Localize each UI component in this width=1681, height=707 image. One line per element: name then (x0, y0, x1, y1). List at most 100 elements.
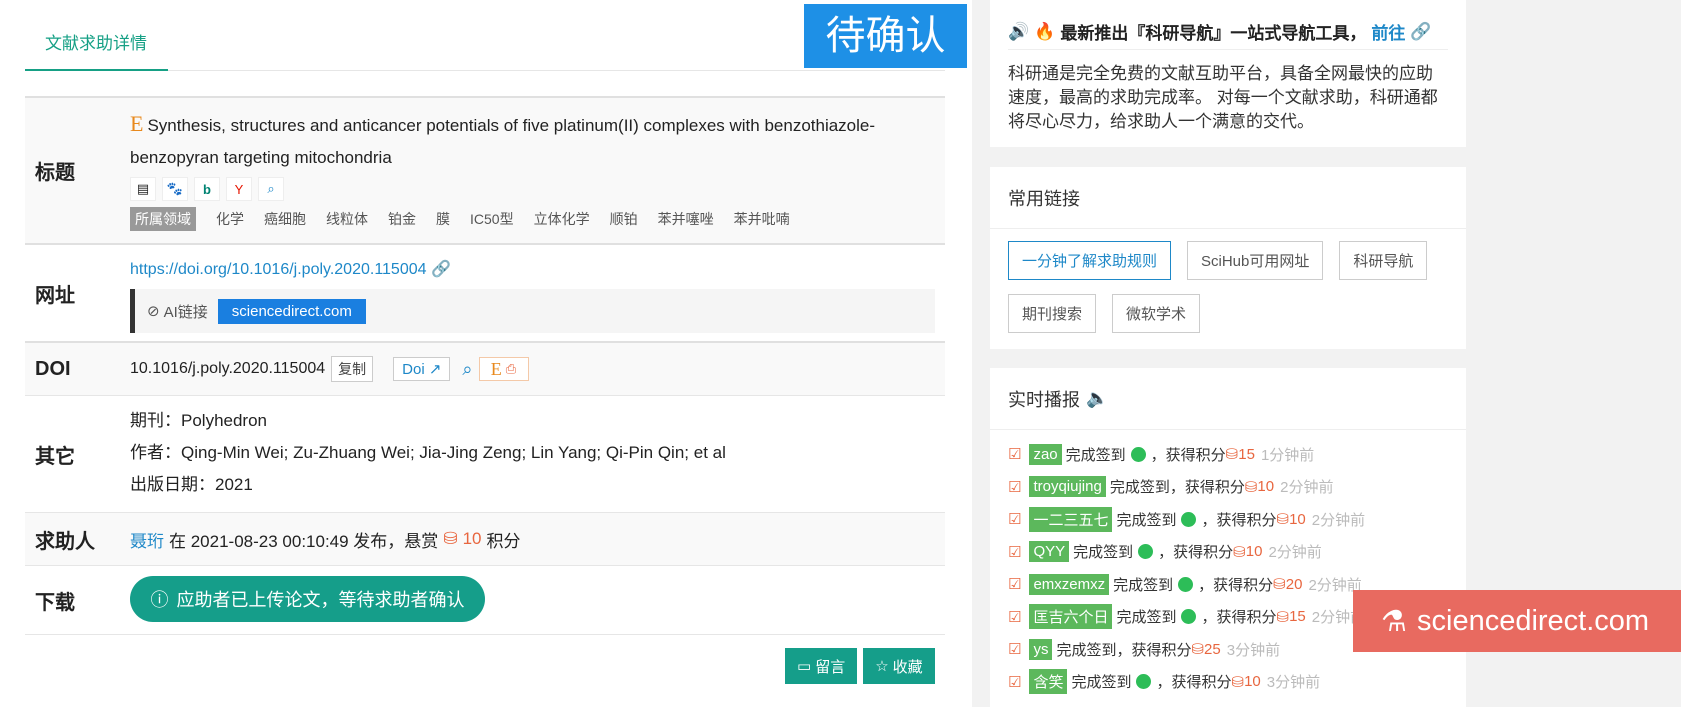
feed-time: 2分钟前 (1280, 479, 1334, 497)
pdf-icon[interactable]: E ⎙ (478, 357, 529, 381)
feed-gain: ，获得积分 (1158, 544, 1234, 562)
doi-label: DOI (35, 357, 71, 380)
keyword[interactable]: 化学 (216, 209, 244, 229)
calendar-check-icon: ☑ (1008, 641, 1022, 659)
feed-user[interactable]: ys (1029, 638, 1053, 660)
status-badge: 待确认 (804, 4, 967, 68)
links-list: 一分钟了解求助规则 SciHub可用网址 科研导航 期刊搜索 微软学术 (990, 229, 1466, 345)
feed-action: 完成签到 (1113, 576, 1174, 594)
baidu-icon[interactable]: 🐾 (162, 177, 188, 201)
calendar-check-icon: ☑ (1008, 608, 1022, 626)
sciencedirect-overlay[interactable]: ⚗ sciencedirect.com (1353, 590, 1681, 652)
tab-detail[interactable]: 文献求助详情 (25, 28, 168, 71)
detail-table: 标题 E Synthesis, structures and anticancer… (25, 96, 945, 635)
keyword[interactable]: 苯并噻唑 (658, 209, 714, 229)
link-circle-icon: ⊘ (147, 303, 160, 320)
calendar-check-icon: ☑ (1008, 543, 1022, 561)
feed-points: 25 (1204, 640, 1221, 658)
requester-user[interactable]: 聂珩 (130, 527, 164, 552)
paper-title: Synthesis, structures and anticancer pot… (130, 116, 876, 167)
feed-item: ☑ zao 完成签到 ，获得积分 ⛁ 15 1分钟前 (1008, 438, 1448, 471)
feed-user[interactable]: emxzemxz (1029, 573, 1110, 595)
wechat-icon (1130, 446, 1146, 462)
e-icon: E (130, 111, 144, 136)
feed-gain: ，获得积分 (1201, 609, 1277, 627)
feed-user[interactable]: QYY (1029, 541, 1070, 563)
feed-user[interactable]: zao (1029, 443, 1062, 465)
links-panel: 常用链接 一分钟了解求助规则 SciHub可用网址 科研导航 期刊搜索 微软学术 (990, 167, 1466, 349)
download-status-button[interactable]: ⓘ 应助者已上传论文，等待求助者确认 (130, 576, 485, 622)
feed-time: 3分钟前 (1226, 641, 1281, 659)
feed-title: 实时播报 🔈 (990, 368, 1466, 430)
feed-action: 完成签到，获得积分 (1109, 479, 1245, 497)
action-buttons: ▭ 留言 ☆ 收藏 (785, 648, 935, 684)
search-icon[interactable]: ⌕ (462, 359, 472, 380)
main-panel: 文献求助详情 待确认 标题 E Synthesis, structures and… (0, 0, 972, 707)
journal: 期刊：Polyhedron (130, 411, 268, 430)
doi-row: DOI 10.1016/j.poly.2020.115004 复制 Doi ↗ … (25, 341, 945, 395)
link-ms-academic[interactable]: 微软学术 (1112, 294, 1201, 333)
coin-icon: ⛁ (1225, 446, 1239, 464)
keyword[interactable]: 顺铂 (610, 209, 638, 229)
comment-button[interactable]: ▭ 留言 (785, 648, 858, 684)
title-row: 标题 E Synthesis, structures and anticancer… (25, 96, 945, 243)
feed-action: 完成签到 (1116, 511, 1177, 529)
download-label: 下载 (35, 591, 75, 614)
link-research-nav[interactable]: 科研导航 (1339, 241, 1428, 280)
yandex-icon[interactable]: Y (226, 177, 252, 201)
link-journal-search[interactable]: 期刊搜索 (1008, 294, 1097, 333)
keyword[interactable]: IC50型 (470, 209, 514, 229)
title-label: 标题 (35, 162, 75, 184)
feed-action: 完成签到 (1065, 446, 1126, 464)
feed-points: 15 (1289, 608, 1306, 626)
search-icon[interactable]: ⌕ (258, 177, 284, 201)
favorite-button[interactable]: ☆ 收藏 (863, 648, 935, 684)
feed-points: 10 (1289, 510, 1306, 528)
copy-doc-icon[interactable]: ▤ (130, 177, 156, 201)
feed-points: 10 (1245, 543, 1263, 561)
feed-gain: ，获得积分 (1198, 576, 1274, 594)
wechat-icon (1181, 609, 1197, 625)
keyword[interactable]: 膜 (436, 209, 450, 229)
wechat-icon (1136, 674, 1152, 690)
points-unit: 积分 (486, 531, 521, 551)
other-label: 其它 (35, 445, 75, 468)
keyword[interactable]: 苯并吡喃 (734, 209, 790, 229)
sciencedirect-button[interactable]: sciencedirect.com (217, 298, 366, 324)
feed-time: 3分钟前 (1266, 674, 1321, 692)
calendar-check-icon: ☑ (1008, 511, 1022, 529)
wechat-icon (1138, 544, 1154, 560)
link-rules[interactable]: 一分钟了解求助规则 (1008, 241, 1172, 280)
feed-action: 完成签到，获得积分 (1056, 641, 1192, 659)
search-icons: ▤ 🐾 b Y ⌕ (130, 177, 945, 201)
doi-value: 10.1016/j.poly.2020.115004 (130, 360, 326, 377)
notice-headline: 🔊 🔥 最新推出『科研导航』一站式导航工具， 前往 🔗 (1008, 0, 1448, 50)
keyword[interactable]: 铂金 (388, 209, 416, 229)
coin-icon: ⛁ (1233, 543, 1246, 561)
paper-url-link[interactable]: https://doi.org/10.1016/j.poly.2020.1150… (130, 259, 945, 279)
feed-user[interactable]: troyqiujing (1029, 476, 1106, 498)
ai-link-label: AI链接 (163, 303, 208, 321)
feed-user[interactable]: 含笑 (1029, 669, 1068, 695)
keyword[interactable]: 线粒体 (326, 209, 368, 229)
reward-points: 10 (462, 529, 482, 548)
feed-points: 15 (1238, 445, 1255, 463)
link-scihub[interactable]: SciHub可用网址 (1187, 241, 1324, 280)
request-info: 在 2021-08-23 00:10:49 发布，悬赏 (169, 531, 439, 551)
bing-icon[interactable]: b (194, 177, 220, 201)
copy-button[interactable]: 复制 (331, 356, 374, 382)
fire-icon: 🔥 (1034, 21, 1056, 41)
link-icon: 🔗 (430, 261, 451, 278)
download-row: 下载 ⓘ 应助者已上传论文，等待求助者确认 (25, 565, 945, 635)
feed-user[interactable]: 一二三五七 (1029, 506, 1113, 532)
feed-action: 完成签到 (1116, 609, 1177, 627)
coin-icon: ⛁ (1244, 478, 1258, 496)
keyword[interactable]: 癌细胞 (264, 209, 306, 229)
ai-link-bar: ⊘ AI链接 sciencedirect.com (130, 289, 935, 333)
feed-user[interactable]: 匡吉六个日 (1029, 604, 1113, 630)
speaker-icon: 🔊 (1008, 21, 1030, 41)
coin-icon: ⛁ (1276, 511, 1290, 529)
go-link[interactable]: 前往 (1371, 19, 1405, 44)
keyword[interactable]: 立体化学 (534, 209, 590, 229)
doi-link-button[interactable]: Doi ↗ (393, 357, 451, 381)
